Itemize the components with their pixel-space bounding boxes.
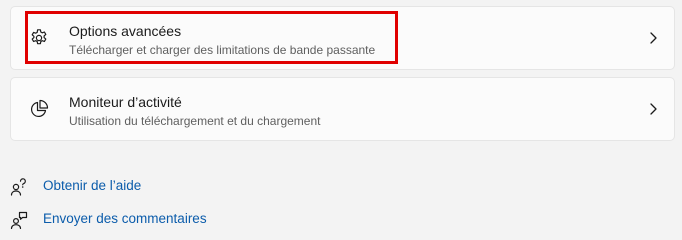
chevron-right-icon [650,103,657,115]
chevron-right-icon [650,32,657,44]
card-subtitle: Télécharger et charger des limitations d… [69,43,376,57]
card-title: Options avancées [69,23,182,39]
pie-chart-icon [31,99,49,117]
feedback-person-icon [10,211,28,229]
help-person-icon [10,178,26,196]
card-subtitle: Utilisation du téléchargement et du char… [69,114,321,128]
gear-icon [31,29,47,45]
send-feedback-link[interactable]: Envoyer des commentaires [43,211,207,226]
activity-monitor-card[interactable]: Moniteur d’activité Utilisation du téléc… [10,77,675,141]
send-feedback-link-row[interactable]: Envoyer des commentaires [8,209,268,231]
advanced-options-card[interactable]: Options avancées Télécharger et charger … [10,6,675,70]
get-help-link[interactable]: Obtenir de l’aide [43,178,141,193]
card-title: Moniteur d’activité [69,94,182,110]
get-help-link-row[interactable]: Obtenir de l’aide [8,176,268,198]
